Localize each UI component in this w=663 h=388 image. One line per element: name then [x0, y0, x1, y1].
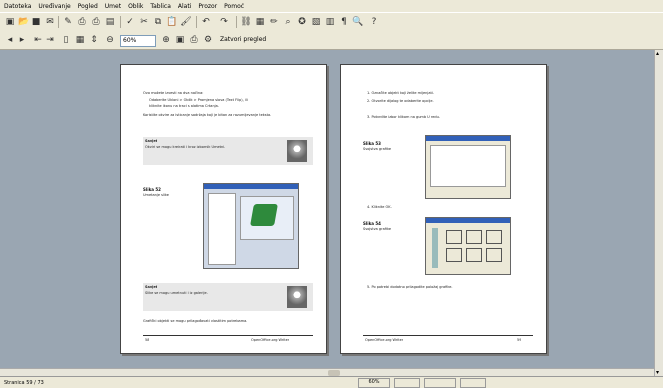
page-right: 1. Označite objekt koji želite mijenjati… [340, 64, 547, 354]
menu-view[interactable]: Pogled [78, 3, 98, 10]
next-page-icon[interactable]: ▸ [16, 34, 28, 46]
cut-icon[interactable]: ✂ [138, 16, 150, 28]
left-note-2-title: Savjet [145, 285, 158, 289]
tip-figure-icon [287, 140, 307, 162]
preview-toolbar: ◂ ▸ ⇤ ⇥ ▯ ▦ ⇕ ⊖ 60% ⊕ ▣ ⎙ ⚙ Zatvori preg… [0, 31, 663, 50]
right-page-number: 59 [517, 338, 522, 342]
left-footer-title: OpenOffice.org Writer [251, 338, 290, 342]
left-page-number: 58 [145, 338, 150, 342]
preview-area: Ovo možete izvesti na dva načina: Odaber… [0, 50, 654, 368]
left-paragraph-2: Grafički objekti se mogu prilagođavati v… [143, 319, 248, 323]
right-screenshot-1 [425, 135, 511, 199]
new-document-icon[interactable]: ▣ [4, 16, 16, 28]
left-note-1-text: Okviri se mogu kreirati i kroz izbornik … [145, 145, 226, 149]
right-step-4: 4. Kliknite OK. [367, 205, 392, 209]
right-step-1: 1. Označite objekt koji želite mijenjati… [367, 91, 434, 95]
vertical-scrollbar[interactable]: ▴ ▾ [654, 50, 663, 376]
right-step-2: 2. Otvorite dijalog te odaberite opcije. [367, 99, 434, 103]
left-bullet-2: kliknite ikonu na traci s alatima Crtanj… [149, 104, 219, 108]
email-icon[interactable]: ✉ [44, 16, 56, 28]
menu-format[interactable]: Oblik [128, 3, 143, 10]
two-pages-icon[interactable]: ▯ [60, 34, 72, 46]
data-sources-icon[interactable]: ▥ [324, 16, 336, 28]
print-icon[interactable]: ⎙ [90, 16, 102, 28]
menu-table[interactable]: Tablica [150, 3, 170, 10]
previous-page-icon[interactable]: ◂ [4, 34, 16, 46]
right-footer-title: OpenOffice.org Writer [365, 338, 404, 342]
right-step-5: 5. Po potrebi dodatno prilagodite položa… [367, 285, 453, 289]
standard-toolbar: ▣ 📂 ■ ✉ ✎ ⎙ ⎙ ▤ ✓ ✂ ⧉ 📋 🖌 ↶ ↷ ⛓ ▦ ✏ ⌕ ✪ … [0, 12, 663, 32]
tip-figure-icon [287, 286, 307, 308]
right-footer-rule [363, 335, 533, 336]
right-step-3: 3. Potvrdite izbor klikom na gumb U redu… [367, 115, 440, 119]
help-icon[interactable]: ? [368, 16, 380, 28]
print-options-icon[interactable]: ⚙ [202, 34, 214, 46]
menu-insert[interactable]: Umet [105, 3, 121, 10]
navigator-icon[interactable]: ✪ [296, 16, 308, 28]
last-page-icon[interactable]: ⇥ [44, 34, 56, 46]
book-preview-icon[interactable]: ⇕ [88, 34, 100, 46]
paste-icon[interactable]: 📋 [166, 16, 178, 28]
gallery-icon[interactable]: ▧ [310, 16, 322, 28]
right-figure-2-label: Slika 54 [363, 221, 381, 226]
menu-file[interactable]: Datoteka [4, 3, 31, 10]
right-figure-1-caption: Svojstva grafike [363, 147, 391, 151]
first-page-icon[interactable]: ⇤ [32, 34, 44, 46]
menu-tools[interactable]: Alati [178, 3, 191, 10]
left-bullet-1: Odaberite Ukloni > Oblik > Promjena slov… [149, 98, 248, 102]
zoom-out-icon[interactable]: ⊖ [104, 34, 116, 46]
redo-icon[interactable]: ↷ [218, 16, 230, 28]
left-note-box-1: Savjet Okviri se mogu kreirati i kroz iz… [143, 137, 313, 165]
right-screenshot-2 [425, 217, 511, 275]
multiple-pages-icon[interactable]: ▦ [74, 34, 86, 46]
edit-file-icon[interactable]: ✎ [62, 16, 74, 28]
zoom-value: 60% [123, 37, 137, 44]
hyperlink-icon[interactable]: ⛓ [240, 16, 252, 28]
left-paragraph-1: Koristite okvire za isticanje sadržaja k… [143, 113, 272, 117]
menu-help[interactable]: Pomoć [224, 3, 244, 10]
full-screen-icon[interactable]: ▣ [174, 34, 186, 46]
print-preview-icon[interactable]: ⎙ [188, 34, 200, 46]
page-left: Ovo možete izvesti na dva načina: Odaber… [120, 64, 327, 354]
format-paintbrush-icon[interactable]: 🖌 [180, 16, 192, 28]
open-icon[interactable]: 📂 [18, 16, 30, 28]
zoom-select[interactable]: 60% [120, 35, 156, 47]
undo-icon[interactable]: ↶ [200, 16, 212, 28]
left-figure-label: Slika 52 [143, 187, 161, 192]
zoom-icon[interactable]: 🔍 [352, 16, 364, 28]
scroll-down-icon[interactable]: ▾ [656, 369, 663, 376]
export-pdf-icon[interactable]: ⎙ [76, 16, 88, 28]
page-preview-icon[interactable]: ▤ [104, 16, 116, 28]
spellcheck-icon[interactable]: ✓ [124, 16, 136, 28]
left-screenshot [203, 183, 299, 269]
left-figure-caption: Umetanje slike [143, 193, 169, 197]
save-icon[interactable]: ■ [30, 16, 42, 28]
left-intro-text: Ovo možete izvesti na dva načina: [143, 91, 204, 95]
find-replace-icon[interactable]: ⌕ [282, 16, 294, 28]
left-note-2-text: Slike se mogu umetnuti i iz galerije. [145, 291, 208, 295]
menu-edit[interactable]: Uređivanje [38, 3, 70, 10]
nonprinting-chars-icon[interactable]: ¶ [338, 16, 350, 28]
menubar: Datoteka Uređivanje Pogled Umet Oblik Ta… [0, 0, 663, 12]
left-footer-rule [143, 335, 313, 336]
copy-icon[interactable]: ⧉ [152, 16, 164, 28]
scroll-up-icon[interactable]: ▴ [656, 50, 663, 57]
right-figure-2-caption: Svojstva grafike [363, 227, 391, 231]
status-page-indicator: Stranica 59 / 73 [4, 379, 44, 386]
left-note-1-title: Savjet [145, 139, 158, 143]
zoom-in-icon[interactable]: ⊕ [160, 34, 172, 46]
right-figure-1-label: Slika 53 [363, 141, 381, 146]
show-draw-functions-icon[interactable]: ✏ [268, 16, 280, 28]
menu-window[interactable]: Prozor [198, 3, 217, 10]
table-icon[interactable]: ▦ [254, 16, 266, 28]
status-bar: Stranica 59 / 73 60% [0, 376, 663, 388]
left-note-box-2: Savjet Slike se mogu umetnuti i iz galer… [143, 283, 313, 311]
close-preview-button[interactable]: Zatvori pregled [220, 36, 266, 43]
